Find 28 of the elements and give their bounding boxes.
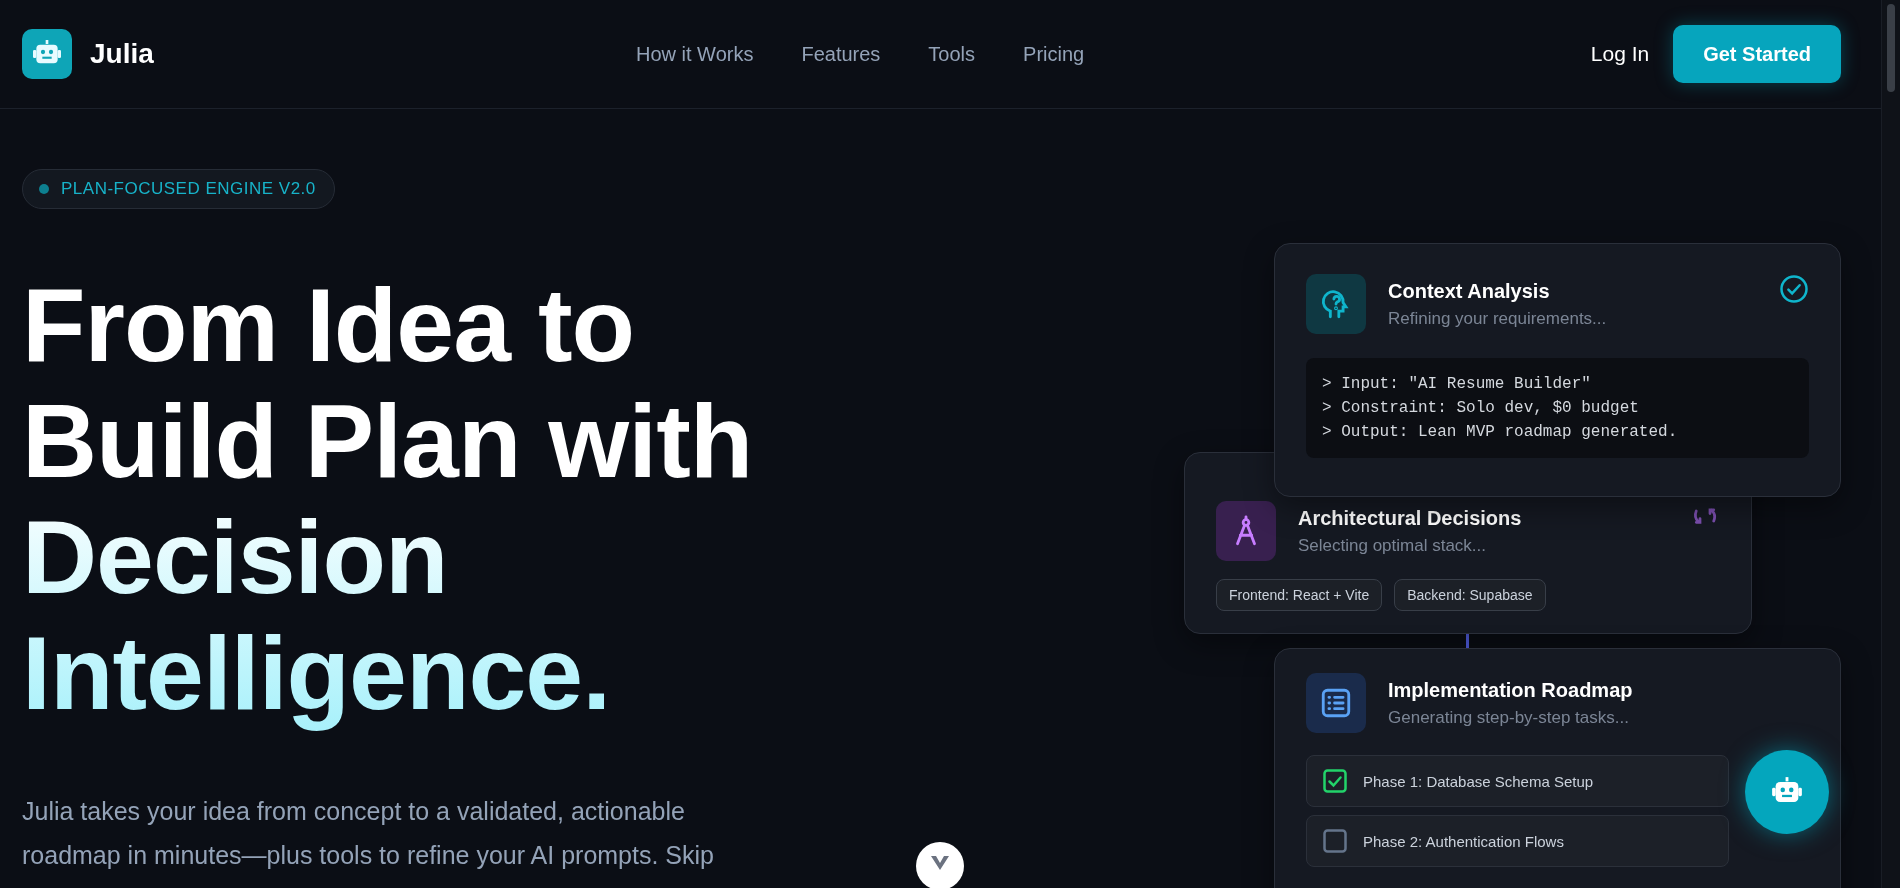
brand-name: Julia [90,38,154,70]
stack-tag: Backend: Supabase [1394,579,1546,611]
task-label: Phase 1: Database Schema Setup [1363,772,1594,790]
card-title: Implementation Roadmap [1388,678,1633,702]
task-row[interactable]: Phase 2: Authentication Flows [1306,815,1729,867]
stack-tag: Frontend: React + Vite [1216,579,1383,611]
card-subtitle: Selecting optimal stack... [1298,535,1488,556]
hero-description: Julia takes your idea from concept to a validated, actionable roadmap in minutes—plus tools to refine your AI prompts. Skip [22,796,715,871]
nav-link[interactable]: Pricing [1023,42,1085,66]
nav-link[interactable]: How it Works [636,42,754,66]
login-link[interactable]: Log In [1590,42,1650,66]
checkbox[interactable] [1323,829,1347,853]
card-title: Context Analysis [1388,279,1551,303]
task-row[interactable]: Phase 1: Database Schema Setup [1306,755,1729,807]
card-subtitle: Generating step-by-step tasks... [1388,707,1630,728]
scroll-down-button[interactable] [916,842,964,888]
checked-checkbox[interactable] [1323,769,1347,793]
list-icon [1319,686,1353,720]
card-subtitle: Refining your requirements... [1388,308,1607,329]
robot-logo-icon[interactable] [22,29,72,79]
chevron-down-icon [929,854,951,872]
nav-link[interactable]: Tools [928,42,976,66]
card-title: Architectural Decisions [1298,506,1522,530]
version-badge: PLAN-FOCUSED ENGINE V2.0 [22,169,335,209]
task-label: Phase 2: Authentication Flows [1363,832,1564,850]
nav-link[interactable]: Features [801,42,881,66]
console-output: > Input: "AI Resume Builder" > Constraint: Solo dev, $0 budget > Output: Lean MVP roadmap generated. [1306,358,1809,458]
scrollbar[interactable] [1881,0,1900,888]
